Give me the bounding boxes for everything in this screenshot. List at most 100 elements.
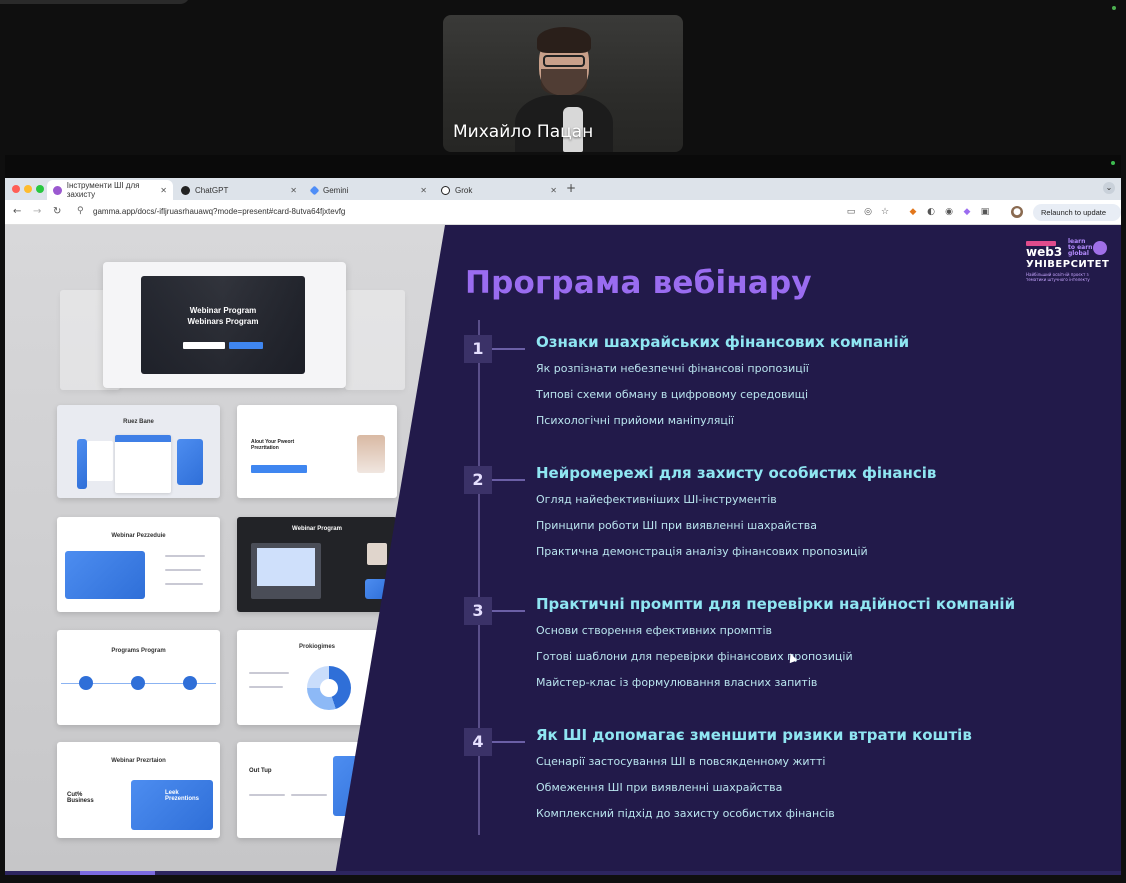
extension-icon[interactable]: ◆ — [961, 206, 973, 218]
timeline-connector — [492, 348, 525, 350]
thumbnail-title: Prokiogimes — [298, 644, 335, 650]
section-bullet: Типові схеми обману в цифровому середови… — [536, 388, 809, 401]
logo-university-text: УНІВЕРСИТЕТ — [1026, 259, 1110, 270]
hero-subtitle: Webinars Program — [187, 317, 259, 326]
bookmark-star-icon[interactable]: ☆ — [879, 206, 891, 218]
thumbnail-slide: Programs Program — [57, 630, 220, 725]
top-toolbar-pill — [0, 0, 190, 4]
section-number: 3 — [464, 597, 492, 625]
close-tab-icon[interactable]: ✕ — [420, 186, 427, 195]
gamma-icon — [53, 185, 62, 195]
thumbnail-title: Alout Your Pweort Prezrttation — [251, 439, 295, 451]
thumbnail-title: Cut% Business — [67, 792, 94, 804]
thumbnail-title: Ruez Bane — [123, 419, 154, 425]
section-title: Ознаки шахрайських фінансових компаній — [536, 333, 910, 351]
section-bullet: Психологічні прийоми маніпуляції — [536, 414, 734, 427]
tab-chatgpt[interactable]: ChatGPT ✕ — [175, 180, 303, 200]
browser-toolbar: ← → ↻ ⚲ gamma.app/docs/-ifljruasrhauawq?… — [5, 200, 1121, 234]
shared-screen: Інструменти ШІ для захисту ✕ ChatGPT ✕ G… — [5, 155, 1121, 875]
close-window-button[interactable] — [12, 185, 20, 193]
hero-title: Webinar Program — [189, 306, 257, 315]
cast-icon[interactable]: ▭ — [845, 206, 857, 218]
section-bullet: Практична демонстрація аналізу фінансови… — [536, 545, 868, 558]
thumbnail-title: Webinar Prezrtaion — [111, 758, 166, 764]
thumbnail-slide: Alout Your Pweort Prezrttation — [237, 405, 397, 498]
close-tab-icon[interactable]: ✕ — [290, 186, 297, 195]
hero-image: Webinar Program Webinars Program — [141, 276, 305, 374]
close-tab-icon[interactable]: ✕ — [160, 186, 167, 195]
section-bullet: Комплексний підхід до захисту особистих … — [536, 807, 835, 820]
extension-icon[interactable]: ◐ — [925, 206, 937, 218]
participant-video-tile[interactable]: Михайло Пацан — [443, 15, 683, 152]
thumbnail-title: Out Tup — [249, 768, 272, 774]
thumb-table — [115, 435, 171, 493]
maximize-window-button[interactable] — [36, 185, 44, 193]
browser-tab-bar: Інструменти ШІ для захисту ✕ ChatGPT ✕ G… — [5, 178, 1121, 200]
presentation-progress-bar[interactable] — [5, 871, 1121, 875]
thumbnail-title: Webinar Program — [292, 526, 342, 532]
thumbnail-slide: Webinar Pezzeduie — [57, 517, 220, 612]
thumb-node — [79, 676, 93, 690]
section-title: Як ШІ допомагає зменшити ризики втрати к… — [536, 726, 972, 744]
section-bullet: Обмеження ШІ при виявленні шахрайства — [536, 781, 783, 794]
thumb-donut-chart — [307, 666, 351, 710]
thumbnail-slide: Webinar Program — [237, 517, 397, 612]
timeline-line — [478, 320, 480, 835]
timeline-connector — [492, 610, 525, 612]
tab-title: Grok — [455, 185, 473, 195]
forward-icon[interactable]: → — [33, 206, 41, 217]
thumb-blue-bar — [251, 465, 307, 473]
reload-icon[interactable]: ↻ — [53, 206, 61, 217]
progress-current-segment — [80, 871, 155, 875]
logo-learn-text: learn to earn global — [1068, 238, 1093, 257]
eye-off-icon[interactable]: ◎ — [862, 206, 874, 218]
status-dot — [1112, 6, 1116, 10]
close-tab-icon[interactable]: ✕ — [550, 186, 557, 195]
profile-avatar[interactable]: ● — [1011, 206, 1023, 218]
section-number: 1 — [464, 335, 492, 363]
extension-icon[interactable]: ◉ — [943, 206, 955, 218]
thumb-laptop — [251, 543, 321, 599]
section-bullet: Сценарії застосування ШІ в повсякденному… — [536, 755, 826, 768]
web3-university-logo: web3 learn to earn global УНІВЕРСИТЕТ На… — [1021, 238, 1110, 289]
thumbnail-title: Programs Program — [111, 648, 166, 654]
bg-card — [345, 290, 405, 390]
logo-web3-text: web3 — [1026, 245, 1063, 259]
new-tab-button[interactable]: + — [566, 181, 576, 195]
minimize-window-button[interactable] — [24, 185, 32, 193]
thumb-blue-card — [65, 551, 145, 599]
thumb-node — [131, 676, 145, 690]
address-bar[interactable]: gamma.app/docs/-ifljruasrhauawq?mode=pre… — [93, 207, 345, 216]
section-title: Практичні промпти для перевірки надійнос… — [536, 595, 1016, 613]
metamask-icon[interactable]: ◆ — [907, 206, 919, 218]
extensions-puzzle-icon[interactable]: ▣ — [979, 206, 991, 218]
thumb-node — [183, 676, 197, 690]
thumb-portrait — [367, 543, 387, 565]
tab-title: Інструменти ШІ для захисту — [66, 181, 140, 199]
section-bullet: Огляд найефективніших ШІ-інструментів — [536, 493, 777, 506]
back-icon[interactable]: ← — [13, 206, 21, 217]
section-title: Нейромережі для захисту особистих фінанс… — [536, 464, 937, 482]
timeline-connector — [492, 741, 525, 743]
tab-grok[interactable]: Grok ✕ — [435, 180, 563, 200]
thumbnail-title: Leek Prezentions — [165, 790, 200, 802]
tab-search-button[interactable]: ⌄ — [1103, 182, 1115, 194]
section-number: 2 — [464, 466, 492, 494]
section-number: 4 — [464, 728, 492, 756]
tab-gamma[interactable]: Інструменти ШІ для захисту ✕ — [47, 180, 173, 200]
timeline-connector — [492, 479, 525, 481]
tab-gemini[interactable]: Gemini ✕ — [305, 180, 433, 200]
site-info-icon[interactable]: ⚲ — [77, 206, 84, 216]
hero-button — [229, 342, 263, 349]
globe-icon — [1093, 241, 1107, 255]
thumbnail-title: Webinar Pezzeduie — [111, 533, 166, 539]
tab-title: Gemini — [323, 185, 349, 195]
thumb-portrait — [357, 435, 385, 473]
section-bullet: Майстер-клас із формулювання власних зап… — [536, 676, 818, 689]
thumb-card — [87, 441, 113, 481]
relaunch-button[interactable]: Relaunch to update ⋮ — [1033, 204, 1121, 234]
thumb-blue-card — [77, 439, 87, 489]
relaunch-label: Relaunch to update — [1041, 208, 1107, 217]
thumb-blue-card: Leek Prezentions — [131, 780, 213, 830]
hero-input — [183, 342, 225, 349]
